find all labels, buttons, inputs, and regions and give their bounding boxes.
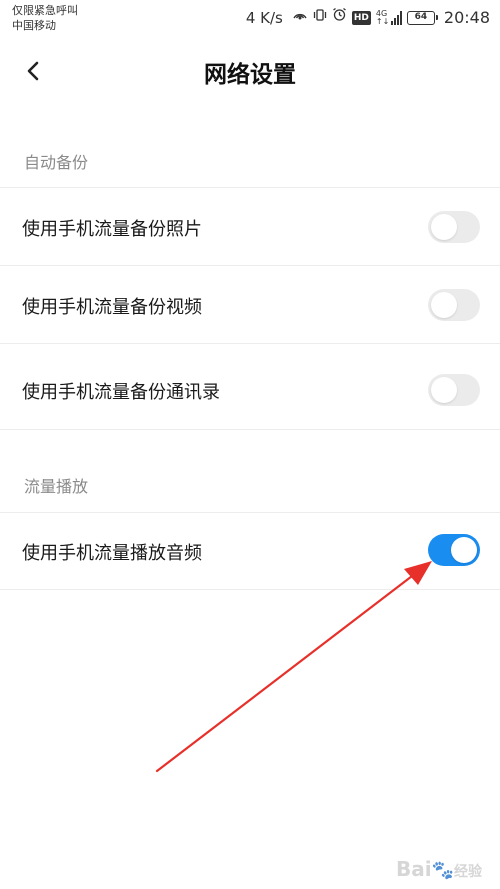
setting-row-backup-photos[interactable]: 使用手机流量备份照片: [0, 188, 500, 266]
clock: 20:48: [443, 8, 490, 27]
carrier-line1: 仅限紧急呼叫: [12, 4, 78, 17]
toggle-knob: [431, 377, 457, 403]
section-header-auto-backup: 自动备份: [24, 153, 89, 172]
page-title: 网络设置: [204, 62, 296, 88]
setting-row-backup-videos[interactable]: 使用手机流量备份视频: [0, 266, 500, 344]
toggle-knob: [431, 214, 457, 240]
setting-row-stream-audio[interactable]: 使用手机流量播放音频: [0, 513, 500, 590]
setting-label: 使用手机流量备份照片: [22, 219, 202, 240]
alarm-icon: [332, 7, 347, 28]
net-speed: 4 K/s: [245, 8, 283, 27]
hotspot-icon: [292, 8, 308, 28]
carrier-info: 仅限紧急呼叫 中国移动: [12, 3, 78, 33]
setting-row-backup-contacts[interactable]: 使用手机流量备份通讯录: [0, 344, 500, 430]
section-header-streaming: 流量播放: [24, 477, 89, 496]
setting-label: 使用手机流量备份通讯录: [22, 382, 220, 403]
4g-icon: 4G ↑↓: [375, 8, 390, 26]
toggle-backup-photos[interactable]: [428, 211, 480, 243]
toggle-knob: [451, 537, 477, 563]
carrier-line2: 中国移动: [12, 19, 56, 32]
toggle-backup-videos[interactable]: [428, 289, 480, 321]
signal-icon: [390, 10, 402, 25]
app-header: 网络设置: [0, 40, 500, 100]
status-icons: 4 K/s HD 4G ↑↓ 64 20:48: [246, 7, 490, 28]
setting-label: 使用手机流量备份视频: [22, 297, 202, 318]
hd-icon: HD: [351, 10, 371, 25]
status-bar: 仅限紧急呼叫 中国移动 4 K/s HD 4G ↑↓ 64 20:48: [0, 0, 500, 36]
battery-icon: 64: [406, 10, 438, 25]
toggle-backup-contacts[interactable]: [428, 374, 480, 406]
annotation-arrow: [155, 561, 432, 773]
toggle-knob: [431, 292, 457, 318]
toggle-stream-audio[interactable]: [428, 534, 480, 566]
vibrate-icon: [313, 8, 327, 28]
watermark-logo: Bai🐾经验: [395, 857, 482, 881]
setting-label: 使用手机流量播放音频: [22, 543, 202, 564]
